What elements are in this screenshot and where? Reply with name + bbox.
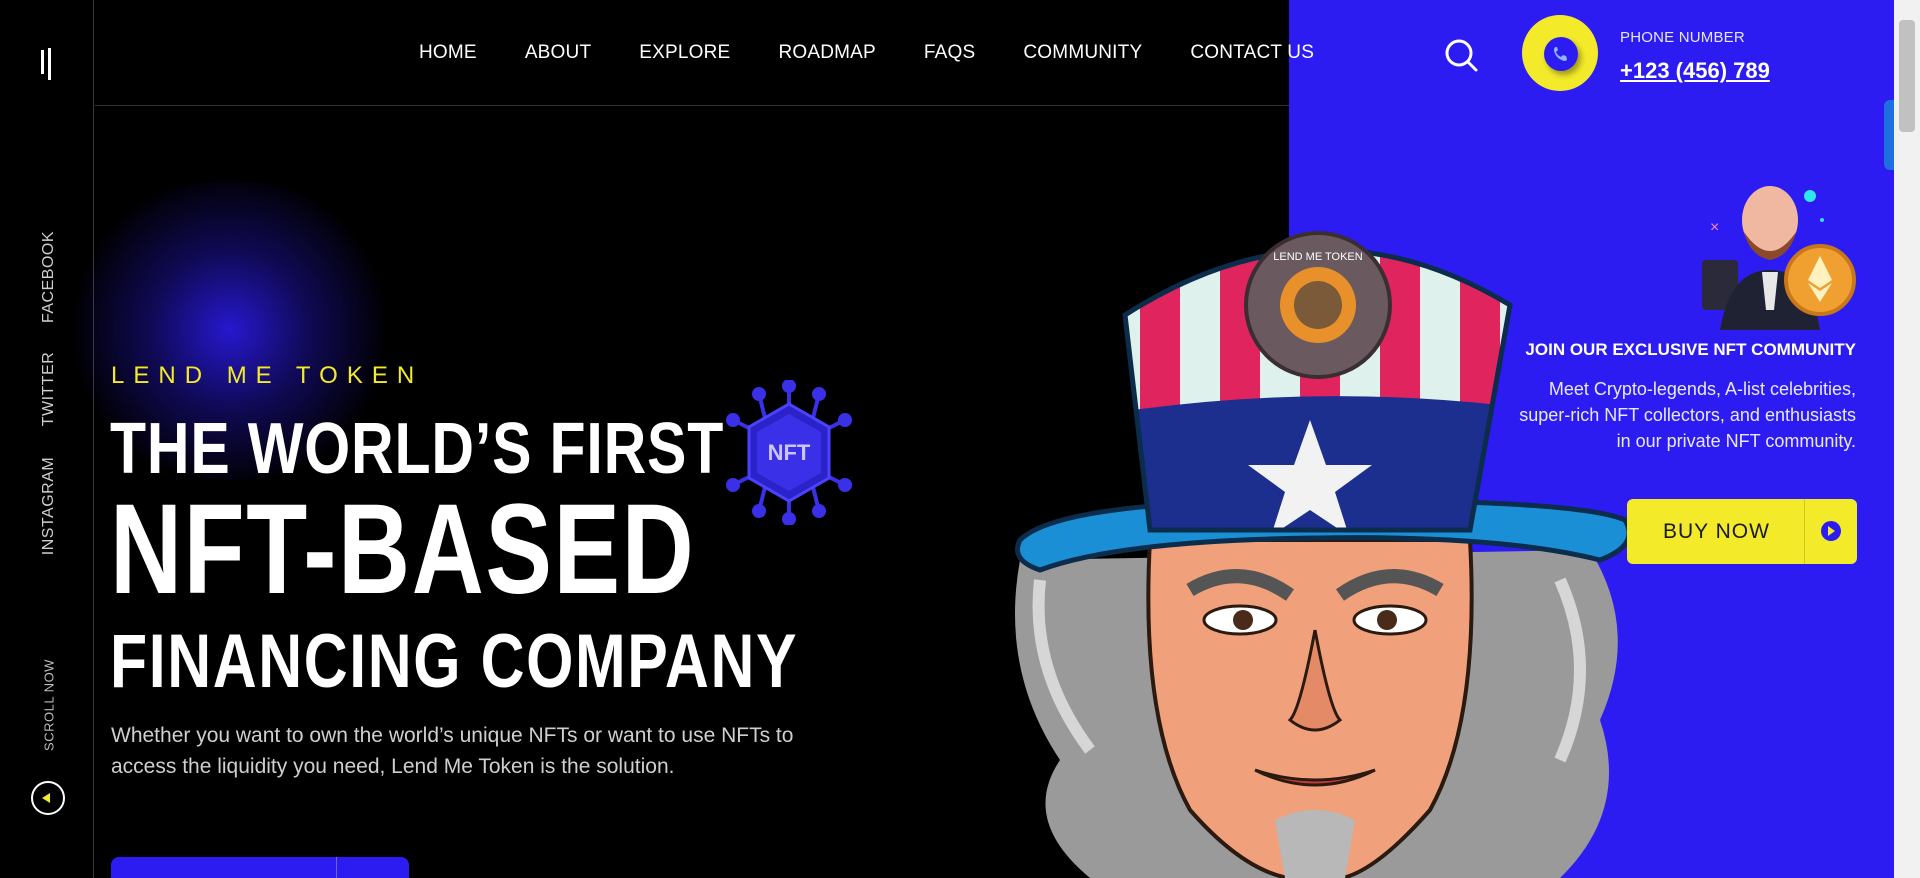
crypto-avatar-illustration: × <box>1702 186 1856 330</box>
nav-contact-us[interactable]: CONTACT US <box>1190 42 1314 64</box>
nav-community[interactable]: COMMUNITY <box>1023 42 1142 64</box>
token-seal-text: LEND ME TOKEN <box>1273 251 1363 263</box>
nav-home[interactable]: HOME <box>419 42 477 64</box>
scrollbar-thumb[interactable] <box>1899 20 1915 132</box>
nft-badge-label: NFT <box>768 440 811 465</box>
scroll-down-button[interactable] <box>31 781 65 815</box>
hero-description: Whether you want to own the world’s uniq… <box>111 724 794 778</box>
phone-badge[interactable] <box>1522 15 1598 91</box>
play-icon <box>42 793 50 803</box>
hero-eyebrow: LEND ME TOKEN <box>111 362 424 389</box>
community-description: Meet Crypto-legends, A-list celebrities,… <box>1519 379 1856 451</box>
play-icon <box>1821 521 1841 541</box>
scroll-now-label: SCROLL NOW <box>41 659 57 751</box>
twitter-link[interactable]: TWITTER <box>40 352 58 427</box>
facebook-link[interactable]: FACEBOOK <box>40 231 58 323</box>
main-nav: HOME ABOUT EXPLORE ROADMAP FAQS COMMUNIT… <box>419 42 1314 64</box>
instagram-link[interactable]: INSTAGRAM <box>40 457 58 555</box>
hero-heading-line2: NFT-BASED <box>110 478 696 621</box>
community-title: JOIN OUR EXCLUSIVE NFT COMMUNITY <box>1525 340 1856 359</box>
buy-now-label: BUY NOW <box>1663 520 1770 543</box>
header-divider <box>95 105 1289 106</box>
buy-now-button[interactable]: BUY NOW <box>1627 499 1857 564</box>
search-icon[interactable] <box>1443 37 1479 73</box>
uncle-sam-illustration: LEND ME TOKEN <box>1015 231 1632 878</box>
page-scrollbar[interactable] <box>1894 0 1920 878</box>
nav-faqs[interactable]: FAQS <box>924 42 975 64</box>
nav-explore[interactable]: EXPLORE <box>639 42 730 64</box>
nft-badge-icon: NFT <box>726 380 852 525</box>
hero-cta-button[interactable] <box>111 857 409 878</box>
scroll-accent <box>1884 100 1894 170</box>
nav-roadmap[interactable]: ROADMAP <box>778 42 875 64</box>
phone-label: PHONE NUMBER <box>1620 29 1745 46</box>
nav-about[interactable]: ABOUT <box>525 42 591 64</box>
phone-number-link[interactable]: +123 (456) 789 <box>1620 58 1770 84</box>
hero-heading-line3: FINANCING COMPANY <box>110 619 799 704</box>
menu-toggle-icon[interactable] <box>38 48 56 80</box>
phone-icon <box>1544 37 1578 71</box>
sparkle-icon: × <box>1710 219 1719 236</box>
left-rail: FACEBOOK TWITTER INSTAGRAM SCROLL NOW <box>0 0 94 878</box>
